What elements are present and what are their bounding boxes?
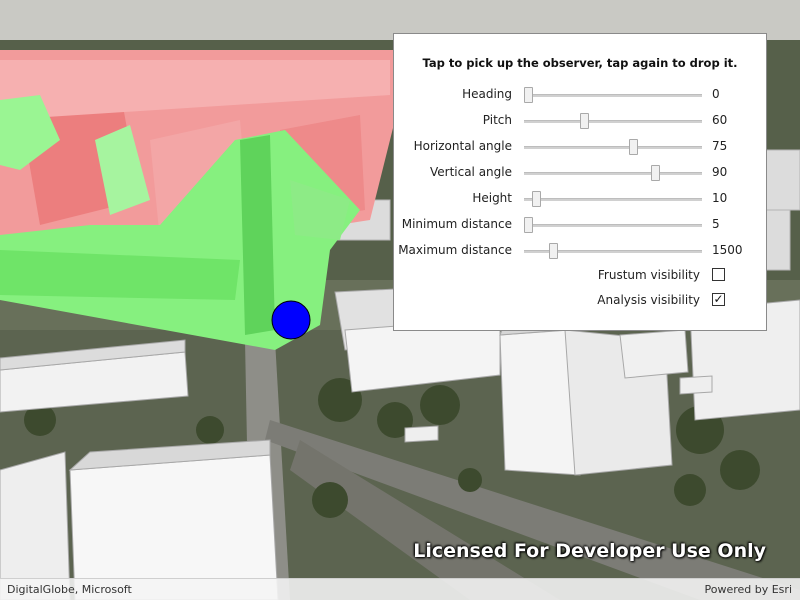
horizontal-angle-row: Horizontal angle 75 <box>394 136 766 158</box>
vertical-angle-slider[interactable] <box>524 165 702 181</box>
maximum-distance-label: Maximum distance <box>398 243 512 257</box>
pitch-slider[interactable] <box>524 113 702 129</box>
vertical-angle-label: Vertical angle <box>429 165 512 179</box>
frustum-visibility-checkbox[interactable] <box>712 268 725 281</box>
height-slider-thumb[interactable] <box>532 191 541 207</box>
minimum-distance-slider[interactable] <box>524 217 702 233</box>
height-slider[interactable] <box>524 191 702 207</box>
maximum-distance-slider[interactable] <box>524 243 702 259</box>
license-watermark: Licensed For Developer Use Only <box>413 540 766 562</box>
vertical-angle-value: 90 <box>712 165 728 179</box>
pitch-value: 60 <box>712 113 728 127</box>
heading-label: Heading <box>462 87 512 101</box>
horizontal-angle-slider[interactable] <box>524 139 702 155</box>
instruction-text: Tap to pick up the observer, tap again t… <box>422 56 738 70</box>
horizontal-angle-label: Horizontal angle <box>413 139 512 153</box>
attribution-text: DigitalGlobe, Microsoft <box>7 583 132 596</box>
analysis-visibility-checkbox[interactable]: ✓ <box>712 293 725 306</box>
height-label: Height <box>472 191 512 205</box>
attribution-bar: DigitalGlobe, Microsoft Powered by Esri <box>0 578 800 600</box>
vertical-angle-row: Vertical angle 90 <box>394 162 766 184</box>
horizontal-angle-value: 75 <box>712 139 728 153</box>
height-value: 10 <box>712 191 728 205</box>
pitch-row: Pitch 60 <box>394 110 766 132</box>
frustum-visibility-row: Frustum visibility <box>394 266 766 286</box>
maximum-distance-slider-thumb[interactable] <box>549 243 558 259</box>
height-row: Height 10 <box>394 188 766 210</box>
vertical-angle-slider-thumb[interactable] <box>651 165 660 181</box>
maximum-distance-value: 1500 <box>712 243 743 257</box>
horizontal-angle-slider-thumb[interactable] <box>629 139 638 155</box>
minimum-distance-slider-thumb[interactable] <box>524 217 533 233</box>
minimum-distance-row: Minimum distance 5 <box>394 214 766 236</box>
observer-marker[interactable] <box>271 300 311 340</box>
frustum-visibility-label: Frustum visibility <box>597 268 700 282</box>
heading-row: Heading 0 <box>394 84 766 106</box>
pitch-label: Pitch <box>482 113 512 127</box>
heading-slider-thumb[interactable] <box>524 87 533 103</box>
heading-value: 0 <box>712 87 720 101</box>
minimum-distance-value: 5 <box>712 217 720 231</box>
minimum-distance-label: Minimum distance <box>401 217 512 231</box>
analysis-visibility-row: Analysis visibility ✓ <box>394 291 766 311</box>
viewshed-settings-panel: Tap to pick up the observer, tap again t… <box>393 33 767 331</box>
powered-by-esri[interactable]: Powered by Esri <box>704 583 792 596</box>
maximum-distance-row: Maximum distance 1500 <box>394 240 766 262</box>
analysis-visibility-label: Analysis visibility <box>597 293 700 307</box>
pitch-slider-thumb[interactable] <box>580 113 589 129</box>
heading-slider[interactable] <box>524 87 702 103</box>
